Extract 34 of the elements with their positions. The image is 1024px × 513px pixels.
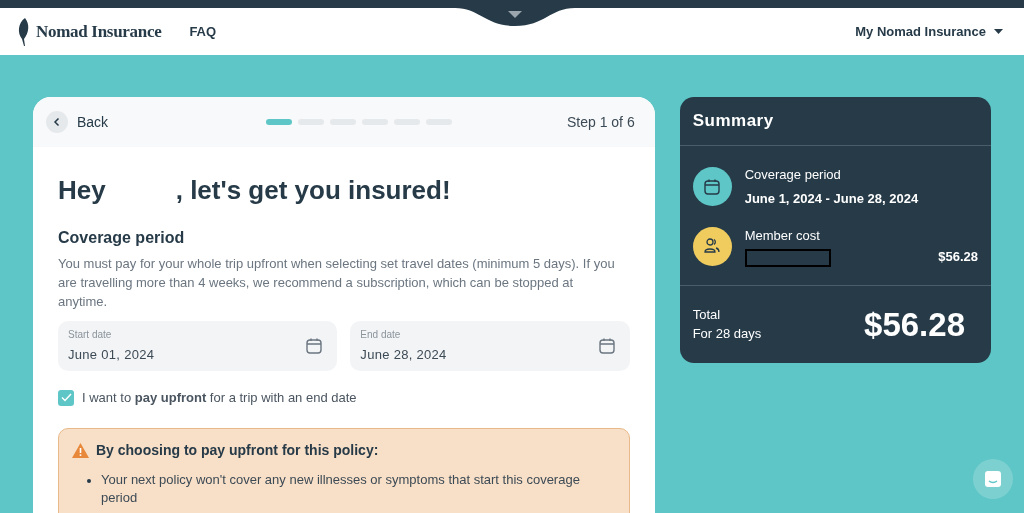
chat-button[interactable] [973, 459, 1013, 499]
total-label: Total [692, 305, 722, 324]
account-menu[interactable]: My Nomad Insurance [855, 21, 1003, 42]
warning-item: Your next policy won't cover any new illnesses or symptoms that start this coverage period [101, 470, 581, 507]
summary-label: Member cost [744, 227, 821, 245]
section-title: Coverage period [58, 228, 186, 248]
warning-icon [72, 442, 89, 458]
summary-title: Summary [692, 110, 774, 133]
chat-icon [984, 470, 1002, 488]
caret-icon [994, 29, 1003, 34]
greeting-heading: , let's get you insured! [175, 174, 451, 207]
back-button[interactable]: Back [46, 111, 109, 133]
member-cost-amount: $56.28 [938, 248, 978, 266]
greeting-heading: Hey [58, 174, 106, 207]
warning-title: By choosing to pay upfront for this policy: [96, 440, 379, 460]
summary-value: June 1, 2024 - June 28, 2024 [744, 189, 920, 208]
total-amount: $56.28 [864, 304, 965, 345]
brand-name[interactable]: Nomad Insurance [36, 18, 162, 45]
description-text: You must pay for your whole trip upfront when selecting set travel dates (minimum 5 days). If you are travelling more than 4 weeks, we recommend a subscription, which can be stopped at anytime. [58, 255, 616, 311]
nav-link[interactable]: FAQ [189, 21, 217, 42]
calendar-icon [703, 177, 722, 196]
bullet-icon [87, 478, 91, 483]
summary-label: Coverage period [744, 166, 842, 184]
back-chevron-icon [46, 111, 68, 133]
calendar-icon [597, 337, 616, 355]
date-field[interactable]: Start date June 01, 2024 [58, 321, 338, 371]
step-indicator: Step 1 of 6 [566, 112, 635, 132]
caret-down-icon[interactable] [508, 11, 522, 18]
checkbox[interactable] [58, 389, 74, 406]
date-field[interactable]: End date June 28, 2024 [350, 321, 630, 371]
checkbox-label: I want to pay upfront for a trip with an end date [82, 389, 357, 407]
total-duration: For 28 days [692, 325, 762, 344]
calendar-icon [305, 337, 324, 355]
people-badge [692, 226, 732, 266]
